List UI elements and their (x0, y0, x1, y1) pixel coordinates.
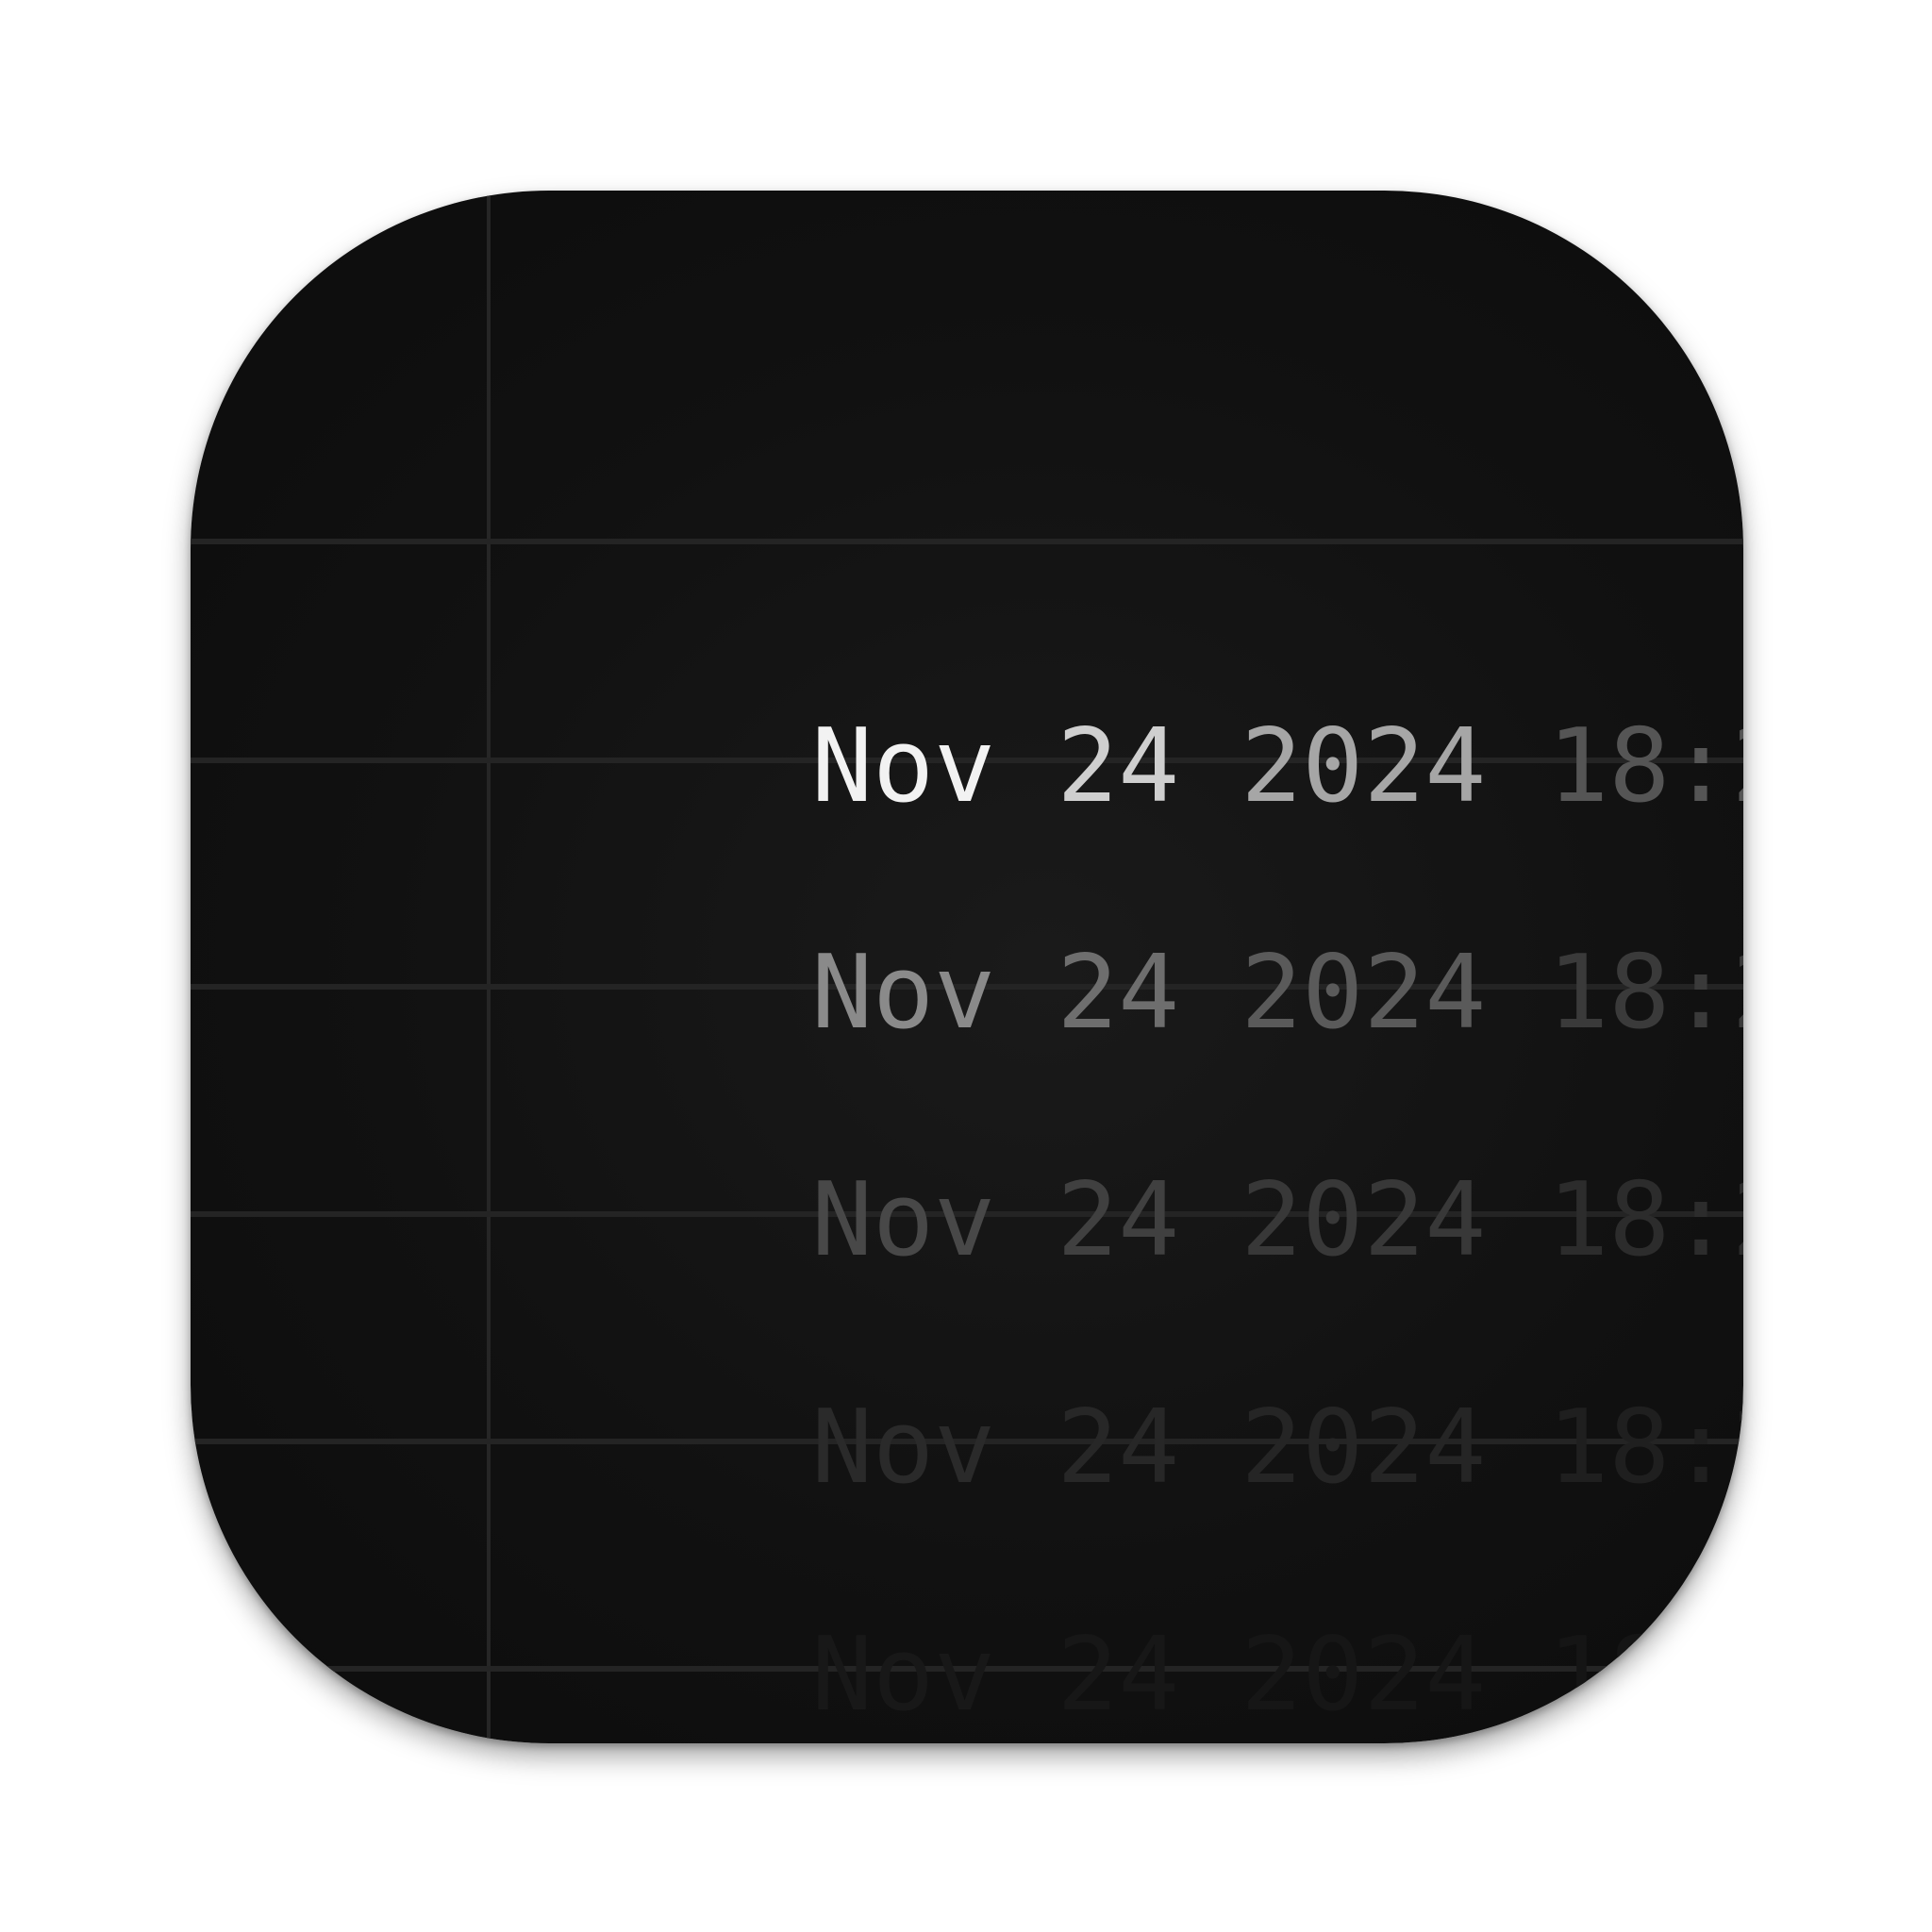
time: 18:27: (1547, 1616, 1743, 1734)
day: 24 (1057, 934, 1180, 1052)
app-icon[interactable]: Nov 24 2024 18:29:20 Nov 24 2024 18:28:3… (191, 191, 1743, 1743)
month: Nov (811, 1616, 996, 1734)
year: 2024 (1241, 708, 1487, 825)
day: 24 (1057, 1616, 1180, 1734)
log-row-4: Nov 24 2024 18:27:44 (566, 1278, 1743, 1505)
year: 2024 (1241, 934, 1487, 1052)
month: Nov (811, 934, 996, 1052)
time: 18:28:32 (1547, 934, 1743, 1052)
month: Nov (811, 708, 996, 825)
year: 2024 (1241, 1616, 1487, 1734)
row-divider (191, 539, 1743, 544)
year: 2024 (1241, 1161, 1487, 1279)
month: Nov (811, 1161, 996, 1279)
month: Nov (811, 1389, 996, 1507)
log-row-2: Nov 24 2024 18:28:32 (566, 824, 1743, 1050)
time: 18:27:44 (1547, 1389, 1743, 1507)
day: 24 (1057, 1389, 1180, 1507)
day: 24 (1057, 708, 1180, 825)
day: 24 (1057, 1161, 1180, 1279)
time: 18:29:20 (1547, 708, 1743, 825)
column-divider (487, 191, 491, 1743)
log-row-1: Nov 24 2024 18:29:20 (566, 597, 1743, 824)
log-row-3: Nov 24 2024 18:27:59 (566, 1051, 1743, 1277)
time: 18:27:59 (1547, 1161, 1743, 1279)
log-row-5: Nov 24 2024 18:27: (566, 1506, 1743, 1732)
year: 2024 (1241, 1389, 1487, 1507)
